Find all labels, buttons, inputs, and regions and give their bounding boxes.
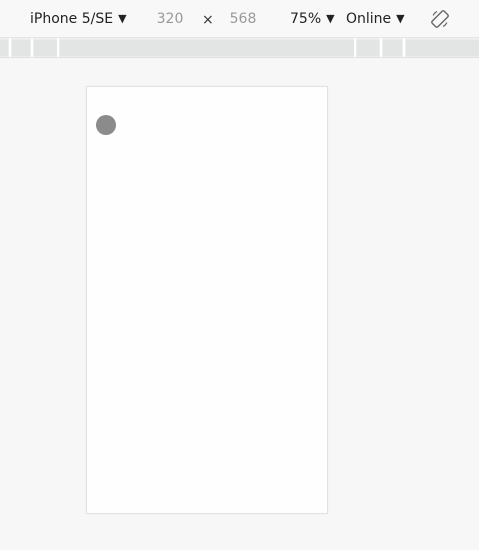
ruler-segment[interactable] <box>383 40 402 56</box>
device-viewport[interactable] <box>86 86 328 514</box>
width-input[interactable]: 320 <box>150 8 190 30</box>
device-select-label: iPhone 5/SE <box>30 11 114 27</box>
device-toolbar: iPhone 5/SE ▼ 320 × 568 75% ▼ Online ▼ <box>0 0 479 38</box>
circle-shape[interactable] <box>96 115 116 135</box>
ruler-divider <box>380 38 382 57</box>
dimension-separator: × <box>202 12 214 28</box>
ruler-segment[interactable] <box>34 40 57 56</box>
zoom-select-label: 75% <box>290 11 322 27</box>
height-input[interactable]: 568 <box>223 8 263 30</box>
chevron-down-icon: ▼ <box>118 12 127 25</box>
ruler-divider <box>57 38 59 57</box>
ruler-divider <box>31 38 33 57</box>
ruler-divider <box>403 38 405 57</box>
ruler-segment[interactable] <box>406 40 479 56</box>
chevron-down-icon: ▼ <box>326 12 335 25</box>
rotate-icon[interactable] <box>430 9 450 29</box>
ruler-segment[interactable] <box>357 40 379 56</box>
ruler-segment[interactable] <box>12 40 30 56</box>
device-select[interactable]: iPhone 5/SE ▼ <box>30 0 127 38</box>
zoom-select[interactable]: 75% ▼ <box>290 0 335 38</box>
network-throttle-label: Online <box>346 11 392 27</box>
ruler-divider <box>354 38 356 57</box>
network-throttle-select[interactable]: Online ▼ <box>346 0 405 38</box>
ruler-segment[interactable] <box>0 40 8 56</box>
media-query-ruler <box>0 38 479 58</box>
ruler-segment[interactable] <box>60 40 354 56</box>
chevron-down-icon: ▼ <box>396 12 405 25</box>
ruler-divider <box>9 38 11 57</box>
